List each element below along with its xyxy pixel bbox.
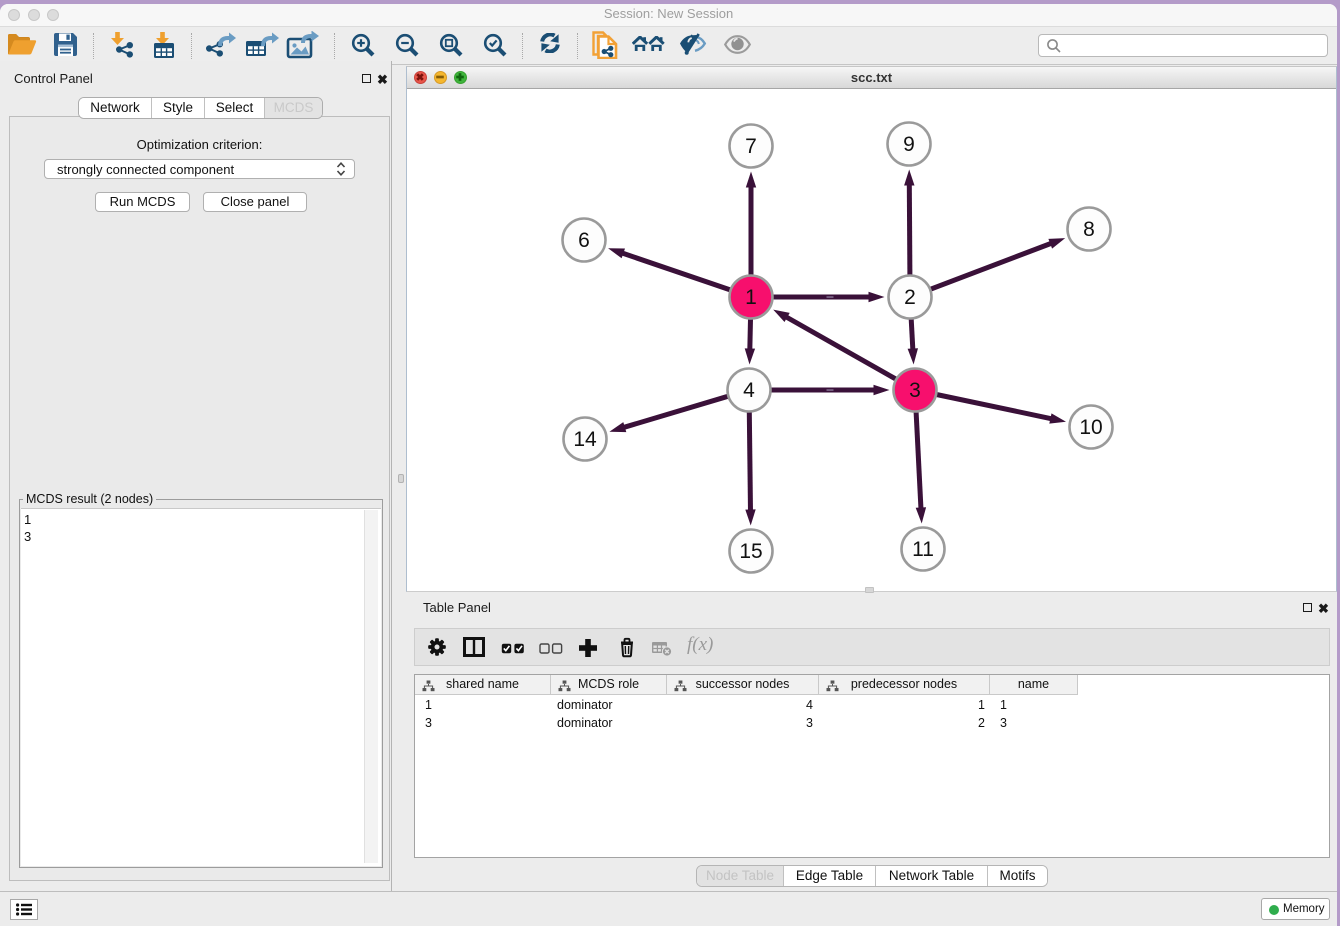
- svg-text:9: 9: [903, 133, 915, 156]
- svg-text:3: 3: [909, 379, 921, 402]
- svg-text:14: 14: [573, 428, 597, 451]
- svg-text:8: 8: [1083, 218, 1095, 241]
- svg-text:7: 7: [745, 135, 757, 158]
- svg-text:15: 15: [739, 540, 762, 563]
- svg-text:11: 11: [912, 538, 934, 561]
- svg-text:10: 10: [1079, 416, 1102, 439]
- svg-text:6: 6: [578, 229, 590, 252]
- svg-text:2: 2: [904, 286, 916, 309]
- svg-text:4: 4: [743, 379, 755, 402]
- svg-text:1: 1: [745, 286, 757, 309]
